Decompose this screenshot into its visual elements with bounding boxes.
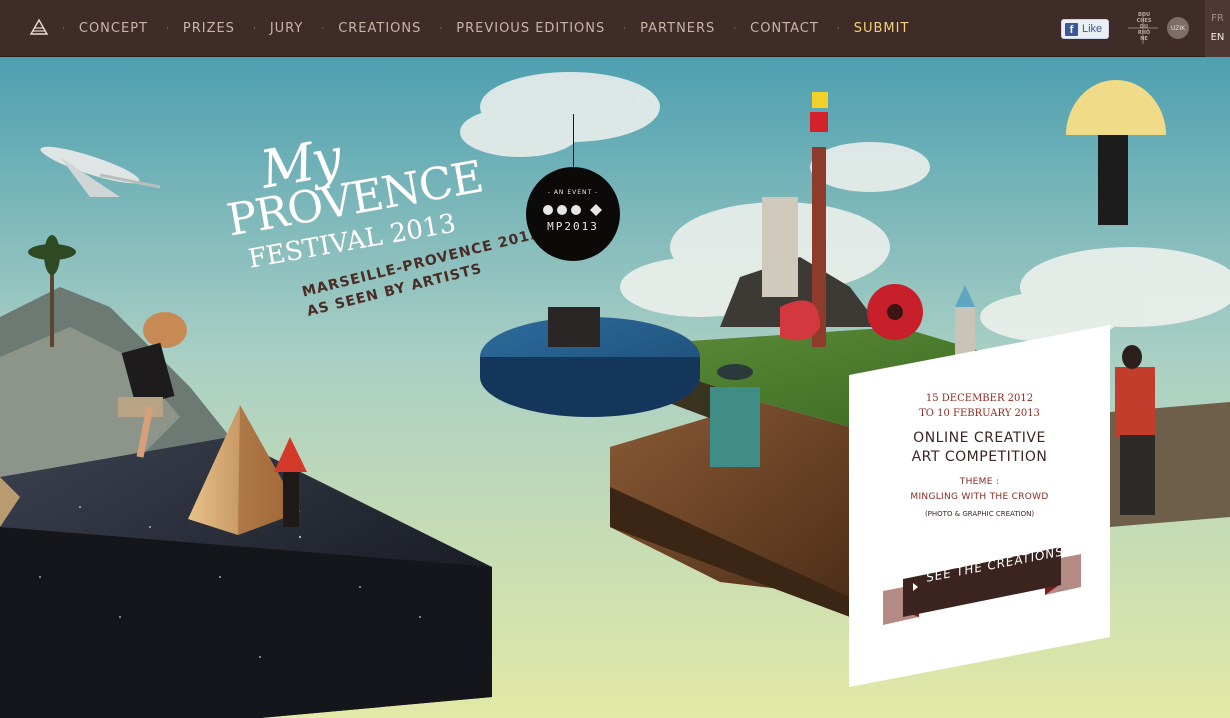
uzik-badge[interactable]: UZIK — [1167, 17, 1189, 39]
separator-dot: · — [733, 23, 737, 34]
competition-title: ONLINE CREATIVE ART COMPETITION — [849, 429, 1110, 467]
separator-dot: · — [165, 23, 169, 34]
competition-subtitle: (PHOTO & GRAPHIC CREATION) — [924, 510, 1035, 518]
nav-previous-editions[interactable]: PREVIOUS EDITIONS — [456, 21, 605, 36]
date-from: 15 DECEMBER 2012 — [925, 393, 1034, 404]
nav-contact[interactable]: CONTACT — [750, 21, 819, 36]
nav-concept[interactable]: CONCEPT — [79, 21, 148, 36]
mp2013-badge[interactable]: - AN EVENT - MP2013 — [526, 167, 620, 261]
facebook-icon: f — [1065, 22, 1078, 36]
mp2013-dots-icon — [543, 204, 602, 216]
lang-fr[interactable]: FR — [1205, 13, 1230, 24]
partner-logo-text: BOU CHES DU RHÔ NE — [1136, 12, 1152, 42]
separator-dot: · — [623, 23, 627, 34]
badge-string — [573, 114, 574, 170]
nav-submit[interactable]: SUBMIT — [854, 21, 910, 36]
theme-label: THEME : — [959, 477, 1000, 487]
competition-card: 15 DECEMBER 2012 TO 10 FEBRUARY 2013 ONL… — [849, 325, 1110, 687]
separator-dot: · — [62, 23, 65, 34]
title-line-1: ONLINE CREATIVE — [913, 430, 1046, 446]
date-to: TO 10 FEBRUARY 2013 — [919, 408, 1040, 419]
separator-dot: · — [439, 23, 443, 34]
lang-en[interactable]: EN — [1205, 32, 1230, 43]
separator-dot: · — [321, 23, 325, 34]
separator-dot: · — [836, 23, 840, 34]
nav-prizes[interactable]: PRIZES — [183, 21, 235, 36]
top-navigation: · CONCEPT · PRIZES · JURY · CREATIONS · PREVI… — [0, 0, 1230, 57]
badge-code: MP2013 — [547, 220, 599, 233]
see-creations-button[interactable]: SEE THE CREATIONS — [883, 539, 1081, 629]
card-background — [849, 325, 1110, 687]
badge-event-label: - AN EVENT - — [547, 189, 599, 196]
hero-scene: My PROVENCE FESTIVAL 2013 MARSEILLE-PROV… — [0, 57, 1230, 718]
main-menu: · CONCEPT · PRIZES · JURY · CREATIONS · PREVI… — [62, 0, 927, 57]
competition-theme: THEME : MINGLING WITH THE CROWD — [849, 475, 1110, 505]
pyramid-icon[interactable] — [30, 19, 48, 35]
nav-creations[interactable]: CREATIONS — [338, 21, 421, 36]
nav-jury[interactable]: JURY — [270, 21, 304, 36]
nav-partners[interactable]: PARTNERS — [640, 21, 715, 36]
language-switcher: FR EN — [1205, 0, 1230, 57]
logo-line: NE — [1140, 36, 1148, 42]
facebook-like-label: Like — [1082, 23, 1103, 35]
title-line-2: ART COMPETITION — [911, 449, 1048, 465]
facebook-like-button[interactable]: f Like — [1061, 19, 1109, 39]
separator-dot: · — [252, 23, 256, 34]
competition-dates: 15 DECEMBER 2012 TO 10 FEBRUARY 2013 — [849, 391, 1110, 421]
theme-value: MINGLING WITH THE CROWD — [910, 492, 1049, 502]
